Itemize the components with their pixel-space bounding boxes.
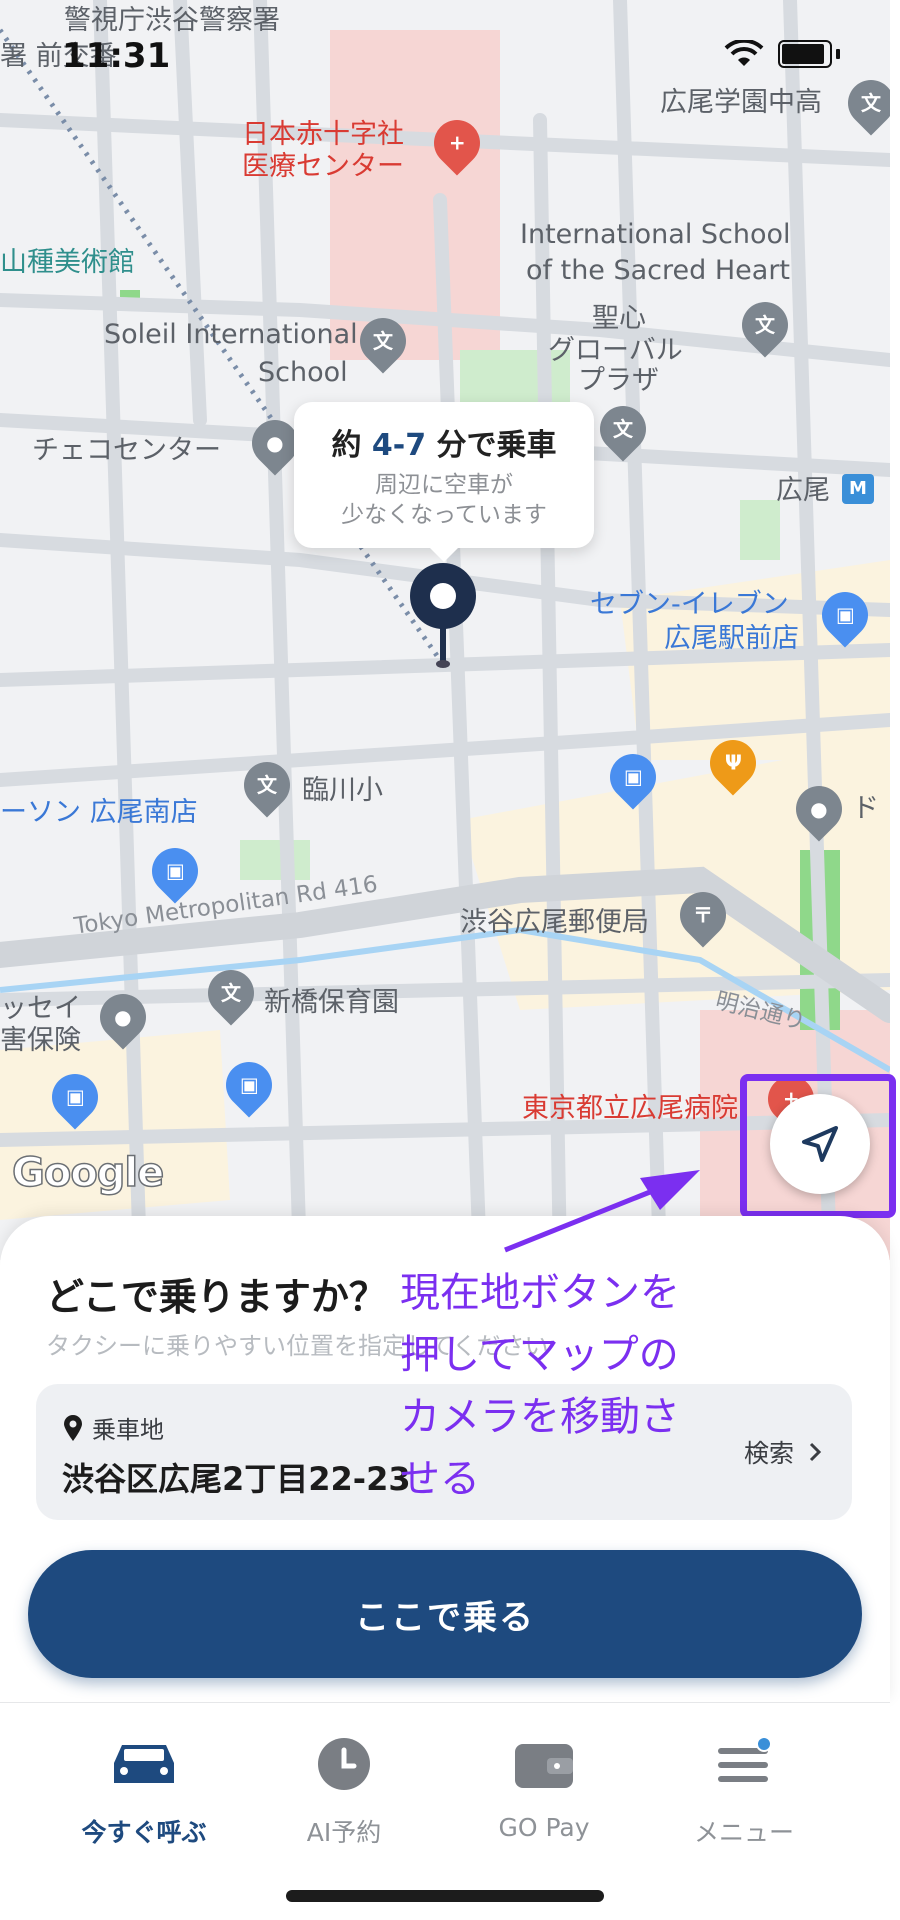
app-screen: 警視庁渋谷警察署 署 前交番 日本赤十字社 医療センター 広尾学園中高 山種美術…: [0, 0, 900, 1920]
eta-prefix: 約: [331, 428, 372, 463]
map-label-seishin-3: プラザ: [578, 365, 659, 396]
eta-suffix: 分で乗車: [426, 428, 557, 463]
ride-here-button[interactable]: ここで乗る: [28, 1550, 862, 1678]
annotation-line4: せる: [400, 1456, 480, 1502]
map-label-lawson: ーソン 広尾南店: [0, 797, 198, 828]
status-time: 11:31: [62, 36, 171, 76]
taxi-icon: [114, 1745, 174, 1783]
pickup-label-row: 乗車地: [62, 1410, 164, 1445]
map-label-sei-2: 害保険: [0, 1025, 81, 1056]
tab-go-pay[interactable]: GO Pay: [444, 1729, 644, 1842]
map-label-soleil-2: School: [258, 357, 348, 388]
annotation-text: 現在地ボタンを 押してマップの カメラを移動さ せる: [400, 1262, 680, 1510]
current-location-button[interactable]: [770, 1094, 870, 1194]
pickup-pin-icon: [410, 563, 476, 668]
map-label-do: ド: [852, 793, 879, 824]
chevron-right-icon: [809, 1442, 822, 1462]
tab-label: GO Pay: [498, 1813, 590, 1842]
eta-subtitle-line2: 少なくなっています: [341, 502, 547, 528]
battery-cap: [836, 49, 840, 59]
tab-icon-wrap: [644, 1729, 844, 1799]
tab-bar: 今すぐ呼ぶ AI予約 GO Pay メニュー: [0, 1702, 890, 1920]
tab-icon-wrap: [244, 1729, 444, 1799]
map-label-rinsen: 臨川小: [302, 775, 383, 806]
location-pin-icon: [64, 1414, 82, 1441]
pickup-address: 渋谷区広尾2丁目22-23: [62, 1460, 411, 1498]
navigation-arrow-icon: [802, 1126, 838, 1162]
map-label-seven-2: 広尾駅前店: [664, 623, 799, 654]
wallet-icon: [515, 1744, 573, 1788]
map-label-hospital: 東京都立広尾病院: [522, 1093, 738, 1124]
battery-icon: [778, 40, 832, 68]
sheet-title: どこで乗りますか？: [46, 1275, 387, 1319]
map-label-sei-1: ッセイ: [0, 993, 81, 1024]
map-label-seishin-2: グローバル: [548, 335, 683, 366]
map-label-shinbashi: 新橋保育園: [264, 987, 399, 1018]
tab-icon-wrap: [44, 1729, 244, 1799]
map-label-intl-school-1: International School: [520, 219, 791, 250]
annotation-line3: カメラを移動さ: [400, 1394, 680, 1440]
tab-label: メニュー: [693, 1818, 794, 1847]
map-label-museum: 山種美術館: [0, 247, 135, 278]
map-label-soleil-1: Soleil International: [104, 319, 358, 350]
search-label: 検索: [743, 1439, 794, 1468]
eta-title: 約 4-7 分で乗車: [294, 420, 594, 464]
menu-icon: [718, 1736, 772, 1782]
annotation-line2: 押してマップの: [400, 1332, 679, 1378]
eta-subtitle-line1: 周辺に空車が: [375, 472, 513, 498]
search-link[interactable]: 検索: [744, 1434, 822, 1470]
map-label-czech: チェコセンター: [32, 435, 221, 466]
map-label-hiroo-station: 広尾: [776, 475, 830, 506]
tab-label: AI予約: [306, 1818, 382, 1847]
home-indicator: [286, 1890, 604, 1902]
clock-icon: [318, 1738, 370, 1790]
pickup-label: 乗車地: [92, 1416, 164, 1444]
map-label-post-office: 渋谷広尾郵便局: [460, 907, 649, 938]
map-label-seven-1: セブン-イレブン: [590, 589, 789, 620]
eta-bubble: 約 4-7 分で乗車 周辺に空車が 少なくなっています: [294, 402, 594, 562]
tab-label: 今すぐ呼ぶ: [81, 1818, 207, 1847]
wifi-icon: [724, 40, 764, 66]
status-bar: 11:31: [0, 0, 900, 100]
map-label-red-cross-2: 医療センター: [242, 151, 404, 182]
tab-icon-wrap: [444, 1729, 644, 1799]
tab-call-now[interactable]: 今すぐ呼ぶ: [44, 1729, 244, 1849]
map-label-seishin-1: 聖心: [592, 303, 646, 334]
status-icons: [724, 40, 840, 68]
map-label-red-cross-1: 日本赤十字社: [242, 119, 404, 150]
annotation-line1: 現在地ボタンを: [400, 1270, 680, 1316]
eta-subtitle: 周辺に空車が 少なくなっています: [294, 470, 594, 530]
metro-station-icon: M: [842, 474, 874, 504]
eta-range: 4-7: [371, 428, 427, 463]
google-logo: Google: [11, 1149, 165, 1197]
map-label-intl-school-2: of the Sacred Heart: [526, 255, 791, 286]
tab-ai-reservation[interactable]: AI予約: [244, 1729, 444, 1849]
tab-menu[interactable]: メニュー: [644, 1729, 844, 1849]
